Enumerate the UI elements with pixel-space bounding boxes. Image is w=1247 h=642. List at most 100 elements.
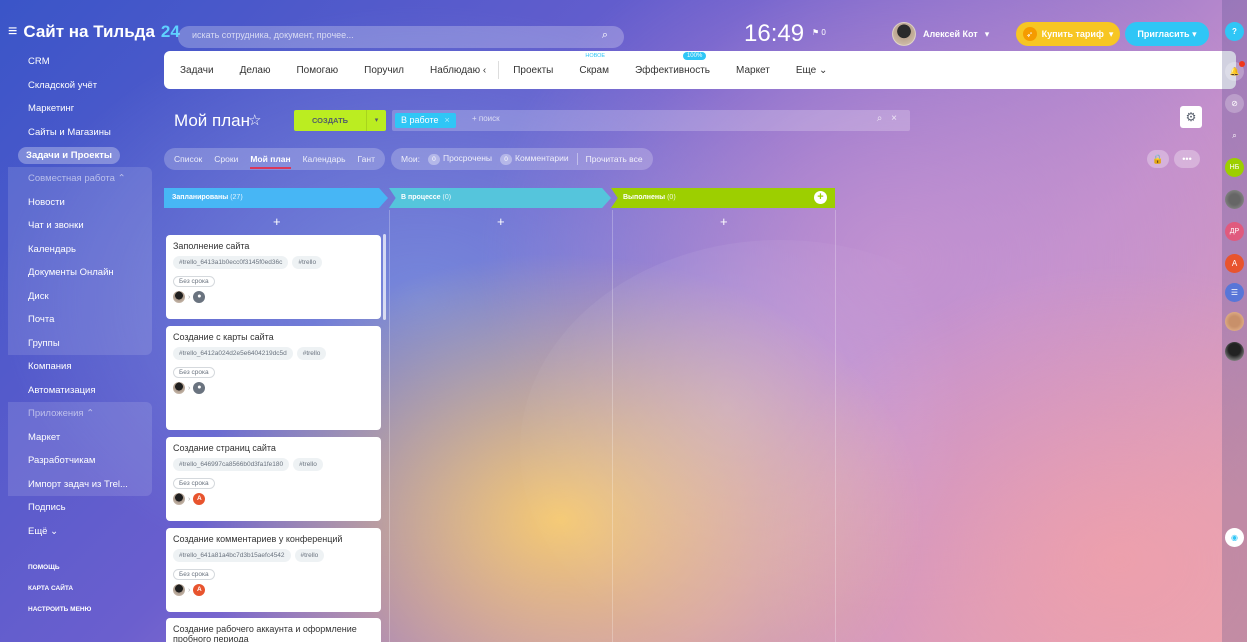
nav-scrum[interactable]: НОВОЕ Скрам: [579, 53, 609, 76]
task-tag[interactable]: #trello: [293, 458, 323, 471]
gear-icon[interactable]: ⚙: [1180, 106, 1202, 128]
task-card[interactable]: Создание рабочего аккаунта и оформление …: [166, 618, 381, 642]
counter-comments[interactable]: 0 Комментарии: [500, 153, 569, 165]
sidebar-item-signature[interactable]: Подпись: [8, 496, 150, 520]
creator-avatar[interactable]: [173, 382, 185, 394]
rail-photo-avatar[interactable]: [1225, 312, 1244, 331]
sidebar-item-crm[interactable]: CRM: [8, 50, 150, 74]
column-scrollbar[interactable]: [383, 234, 386, 320]
responsible-avatar[interactable]: A: [193, 584, 206, 596]
buy-tariff-button[interactable]: ➶ Купить тариф ▾: [1016, 22, 1120, 46]
task-tag[interactable]: #trello_6412a024d2e5e6404219dc5d: [173, 347, 293, 360]
sidebar-item-tasks[interactable]: Задачи и Проекты: [18, 147, 121, 164]
help-icon[interactable]: ?: [1225, 22, 1244, 41]
nav-market[interactable]: Маркет: [736, 65, 770, 76]
lock-icon[interactable]: 🔒: [1147, 150, 1169, 168]
bell-icon[interactable]: 🔔: [1225, 61, 1245, 81]
task-tag[interactable]: #trello_641a81a4bc7d3b15aefc4542: [173, 549, 291, 562]
column-header-in-progress[interactable]: В процессе (0): [389, 188, 611, 208]
copilot-icon[interactable]: ◉: [1225, 528, 1244, 547]
deadline-badge[interactable]: Без срока: [173, 276, 215, 287]
sidebar-item-marketing[interactable]: Маркетинг: [8, 97, 150, 121]
add-task-done-icon[interactable]: +: [720, 214, 728, 229]
hamburger-menu-icon[interactable]: ≡: [8, 23, 17, 41]
deadline-badge[interactable]: Без срока: [173, 367, 215, 378]
flag-counter[interactable]: ⚑ 0: [812, 28, 826, 37]
rail-avatar-dr[interactable]: ДР: [1225, 222, 1244, 241]
task-card[interactable]: Создание страниц сайта #trello_646997ca8…: [166, 437, 381, 521]
create-button[interactable]: СОЗДАТЬ ▾: [294, 110, 386, 131]
chevron-down-icon[interactable]: ▾: [366, 110, 386, 131]
search-icon[interactable]: ⌕: [1225, 126, 1244, 145]
sidebar-group-collab-title[interactable]: Совместная работа ⌃: [8, 167, 150, 191]
sidebar-item-docs[interactable]: Документы Онлайн: [8, 261, 150, 285]
sidebar-item-news[interactable]: Новости: [8, 191, 150, 215]
responsible-user-icon[interactable]: ●: [193, 291, 206, 303]
block-icon[interactable]: ⊘: [1225, 94, 1244, 113]
sidebar-item-trello-import[interactable]: Импорт задач из Trel...: [8, 473, 150, 497]
sidebar-item-more[interactable]: Ещё ⌄: [8, 520, 150, 544]
column-header-done[interactable]: Выполнены (0) +: [611, 188, 835, 208]
sidebar-item-mail[interactable]: Почта: [8, 308, 150, 332]
task-card[interactable]: Заполнение сайта #trello_6413a1b0ecc0f31…: [166, 235, 381, 319]
sidebar-item-groups[interactable]: Группы: [8, 332, 150, 356]
sidebar-item-calendar[interactable]: Календарь: [8, 238, 150, 262]
task-title[interactable]: Создание страниц сайта: [173, 443, 374, 453]
task-title[interactable]: Создание комментариев у конференций: [173, 534, 374, 544]
sidebar-item-chat[interactable]: Чат и звонки: [8, 214, 150, 238]
nav-helping[interactable]: Помогаю: [296, 65, 338, 76]
sidebar-item-sites[interactable]: Сайты и Магазины: [8, 121, 150, 145]
column-header-planned[interactable]: Запланированы (27): [164, 188, 388, 208]
nav-efficiency[interactable]: 100% Эффективность: [635, 51, 710, 76]
deadline-badge[interactable]: Без срока: [173, 478, 215, 489]
sidebar-link-configure-menu[interactable]: НАСТРОИТЬ МЕНЮ: [8, 599, 150, 620]
responsible-user-icon[interactable]: ●: [193, 382, 206, 394]
task-tag[interactable]: #trello: [292, 256, 323, 269]
nav-projects[interactable]: Проекты: [513, 65, 553, 76]
sidebar-link-help[interactable]: ПОМОЩЬ: [8, 557, 150, 578]
star-icon[interactable]: ☆: [248, 111, 261, 129]
nav-more[interactable]: Еще ⌄: [796, 65, 828, 76]
invite-button[interactable]: Пригласить ▾: [1125, 22, 1209, 46]
user-menu[interactable]: Алексей Кот ▾: [892, 22, 989, 46]
global-search-input[interactable]: искать сотрудника, документ, прочее... ⌕: [178, 26, 624, 48]
task-tag[interactable]: #trello: [296, 347, 327, 360]
tab-gantt[interactable]: Гант: [358, 154, 375, 164]
rail-group-avatar[interactable]: [1225, 190, 1244, 209]
filter-search-input[interactable]: В работе × + поиск ⌕ ×: [392, 110, 910, 131]
filter-chip-in-work[interactable]: В работе ×: [395, 113, 456, 128]
nav-tasks[interactable]: Задачи: [180, 65, 214, 76]
rail-photo-avatar[interactable]: [1225, 342, 1244, 361]
task-tag[interactable]: #trello: [294, 549, 325, 562]
more-icon[interactable]: •••: [1174, 150, 1200, 168]
sidebar-group-apps-title[interactable]: Приложения ⌃: [8, 402, 150, 426]
creator-avatar[interactable]: [173, 291, 185, 303]
task-tag[interactable]: #trello_646997ca8566b0d3fa1fe180: [173, 458, 290, 471]
creator-avatar[interactable]: [173, 584, 185, 596]
task-title[interactable]: Создание рабочего аккаунта и оформление …: [173, 624, 374, 642]
add-column-icon[interactable]: +: [814, 191, 827, 204]
task-card[interactable]: Создание комментариев у конференций #tre…: [166, 528, 381, 612]
brand[interactable]: ≡ Сайт на Тильда 24: [8, 22, 180, 42]
rail-avatar-a[interactable]: А: [1225, 254, 1244, 273]
add-task-in-progress-icon[interactable]: +: [497, 214, 505, 229]
task-card[interactable]: Создание с карты сайта #trello_6412a024d…: [166, 326, 381, 430]
task-title[interactable]: Создание с карты сайта: [173, 332, 374, 342]
sidebar-item-market[interactable]: Маркет: [8, 426, 150, 450]
tab-list[interactable]: Список: [174, 154, 202, 164]
task-title[interactable]: Заполнение сайта: [173, 241, 374, 251]
sidebar-item-disk[interactable]: Диск: [8, 285, 150, 309]
tab-calendar[interactable]: Календарь: [303, 154, 346, 164]
sidebar-item-automation[interactable]: Автоматизация: [8, 379, 150, 403]
nav-watching[interactable]: Наблюдаю ‹: [430, 65, 486, 76]
sidebar-item-developers[interactable]: Разработчикам: [8, 449, 150, 473]
rail-avatar-nb[interactable]: НБ: [1225, 158, 1244, 177]
search-clear-icons[interactable]: ⌕ ×: [877, 113, 900, 124]
search-icon[interactable]: ⌕: [602, 29, 608, 42]
tab-deadlines[interactable]: Сроки: [214, 154, 238, 164]
add-task-planned-icon[interactable]: +: [273, 214, 281, 229]
sidebar-item-warehouse[interactable]: Складской учёт: [8, 74, 150, 98]
nav-assigned[interactable]: Поручил: [364, 65, 404, 76]
responsible-avatar[interactable]: A: [193, 493, 206, 505]
tab-my-plan[interactable]: Мой план: [250, 154, 291, 169]
